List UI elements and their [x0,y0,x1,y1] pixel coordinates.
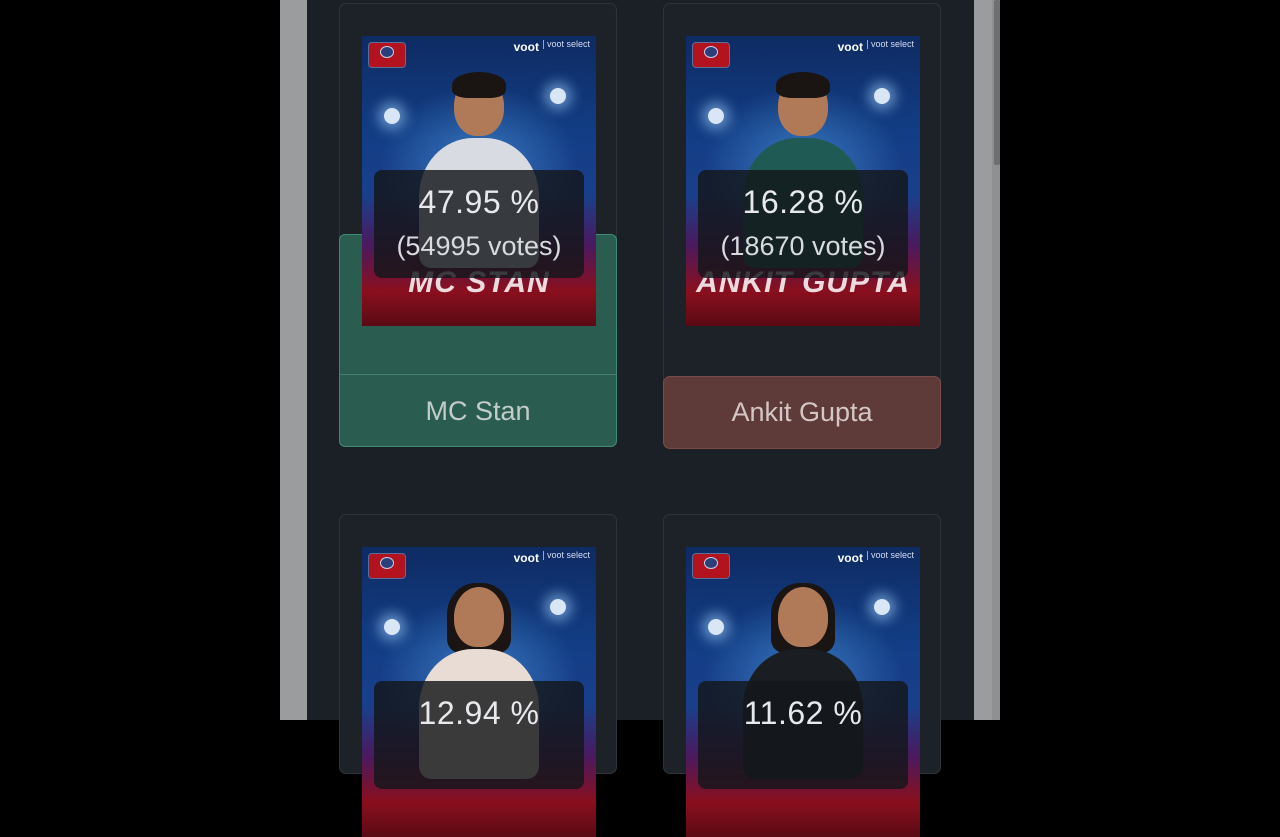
vote-result-overlay: 12.94 % [374,681,584,789]
spotlight-icon [708,108,724,124]
spotlight-icon [874,88,890,104]
spotlight-icon [384,619,400,635]
voot-brand: voot voot select [513,550,590,566]
vote-button-ankit-gupta[interactable]: Ankit Gupta [663,376,941,449]
vote-percent: 16.28 % [742,184,864,220]
vote-percent: 11.62 % [743,695,863,731]
vote-result-overlay: 47.95 % (54995 votes) [374,170,584,278]
contestant-card[interactable]: voot voot select 12.94 % [339,514,617,837]
spotlight-icon [550,88,566,104]
vote-percent: 12.94 % [418,695,540,731]
contestant-card-ankit-gupta[interactable]: voot voot select ANKIT GUPTA 16.28 % (18… [663,3,941,449]
vote-result-overlay: 11.62 % [698,681,908,789]
vote-result-overlay: 16.28 % (18670 votes) [698,170,908,278]
show-logo-icon [368,42,406,68]
contestant-card-mc-stan[interactable]: voot voot select MC STAN 47.95 % (54995 … [339,3,617,447]
spotlight-icon [708,619,724,635]
voot-brand: voot voot select [837,550,914,566]
vote-count: (18670 votes) [720,231,886,261]
voot-brand: voot voot select [837,39,914,55]
scrollbar-thumb[interactable] [994,0,1000,165]
spotlight-icon [550,599,566,615]
contestant-card[interactable]: voot voot select 11.62 % [663,514,941,837]
show-logo-icon [692,553,730,579]
show-logo-icon [368,553,406,579]
show-logo-icon [692,42,730,68]
voot-brand: voot voot select [513,39,590,55]
vote-button-mc-stan[interactable]: MC Stan [339,374,617,447]
spotlight-icon [384,108,400,124]
spotlight-icon [874,599,890,615]
vote-count: (54995 votes) [396,231,562,261]
vote-percent: 47.95 % [418,184,540,220]
